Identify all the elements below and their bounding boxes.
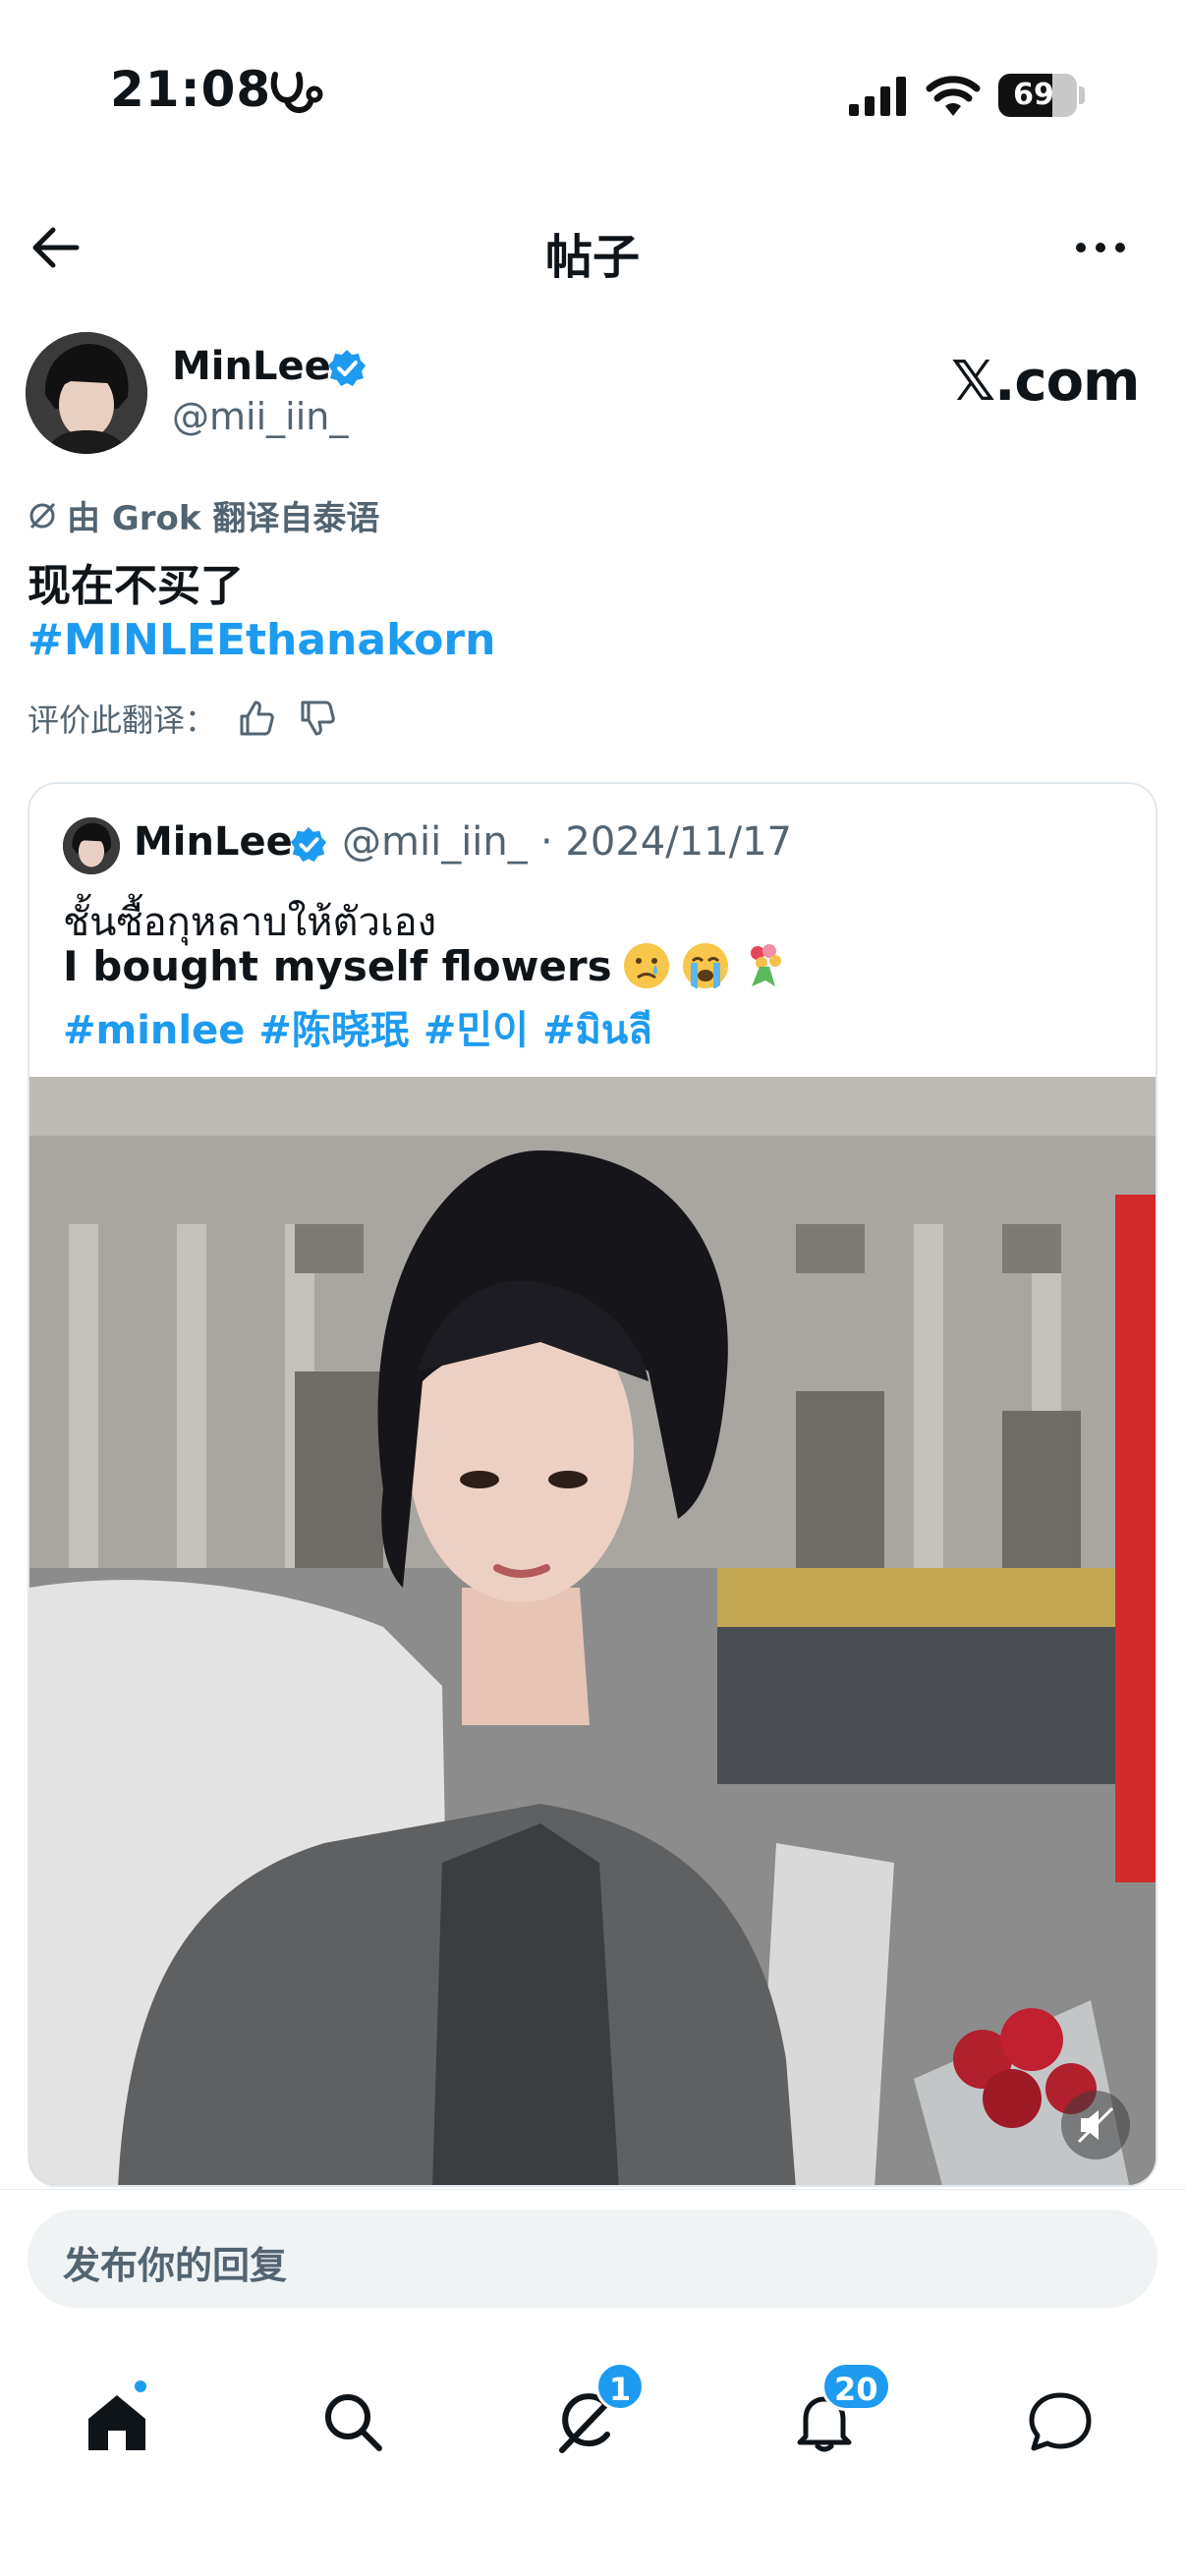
status-bar: 21:08 69 (0, 0, 1185, 187)
rate-translation-label: 评价此翻译： (28, 701, 217, 739)
quoted-post-date: · 2024/11/17 (540, 819, 792, 865)
reply-input[interactable]: 发布你的回复 (28, 2210, 1157, 2308)
quoted-avatar-image (63, 817, 120, 874)
quoted-hashtag[interactable]: #มินลี (542, 1008, 652, 1053)
crying-face-icon (623, 943, 669, 988)
bouquet-icon (750, 944, 781, 986)
author-handle[interactable]: @mii_iin_ (172, 395, 348, 438)
quoted-verified-badge-icon (290, 826, 327, 863)
post-text: 现在不买了 (28, 561, 244, 611)
quoted-author-handle[interactable]: @mii_iin_ (342, 819, 528, 865)
quoted-video[interactable] (29, 1077, 1156, 2185)
thumbs-down-icon[interactable] (295, 697, 338, 740)
avatar-image (26, 332, 147, 454)
cellular-signal-icon (849, 77, 906, 116)
grok-icon (29, 502, 56, 529)
home-icon (88, 2395, 145, 2450)
tab-grok[interactable]: 1 (535, 2362, 645, 2476)
quoted-hashtags: #minlee #陈晓珉 #민이 #มินลี (63, 998, 666, 1061)
mute-icon[interactable] (1061, 2091, 1130, 2159)
tab-notifications[interactable]: 20 (770, 2362, 891, 2476)
post-hashtag[interactable]: #MINLEEthanakorn (28, 615, 495, 665)
video-frame-image (29, 1077, 1156, 2185)
grok-badge: 1 (595, 2362, 645, 2411)
quoted-author-name[interactable]: MinLee (134, 819, 293, 865)
quoted-hashtag[interactable]: #민이 (423, 1008, 529, 1053)
battery-nub (1079, 86, 1085, 104)
tab-messages[interactable] (1006, 2368, 1114, 2476)
chat-bubble-icon (1029, 2392, 1092, 2451)
quoted-hashtag[interactable]: #陈晓珉 (258, 1008, 410, 1053)
rate-translation: 评价此翻译： (28, 696, 338, 741)
quoted-avatar[interactable] (63, 817, 120, 874)
tab-search[interactable] (299, 2368, 407, 2476)
page-title: 帖子 (544, 230, 640, 285)
stethoscope-icon (270, 72, 323, 113)
translation-note: 由 Grok 翻译自泰语 (28, 491, 379, 539)
tab-home[interactable] (63, 2368, 171, 2476)
notifications-badge: 20 (821, 2362, 891, 2411)
verified-badge-icon (328, 350, 366, 386)
quoted-post-card[interactable]: MinLee @mii_iin_ · 2024/11/17 ชั้นซื้อกุ… (28, 782, 1157, 2187)
quoted-text-english: I bought myself flowers (63, 941, 789, 990)
quoted-hashtag[interactable]: #minlee (63, 1008, 245, 1053)
search-icon (325, 2394, 382, 2451)
reply-bar: 发布你的回复 (0, 2189, 1185, 2326)
x-com-watermark: 𝕏.com (951, 350, 1140, 414)
more-options-icon[interactable] (1071, 228, 1130, 267)
battery-percentage: 69 (1013, 78, 1054, 112)
top-nav-bar: 帖子 (0, 196, 1185, 295)
wifi-icon (926, 76, 981, 116)
quoted-text-english-label: I bought myself flowers (63, 941, 612, 990)
battery-indicator: 69 (998, 74, 1077, 117)
avatar[interactable] (26, 332, 147, 454)
bottom-tab-bar: 1 20 (0, 2326, 1185, 2576)
clock: 21:08 (110, 61, 272, 118)
translation-note-text: 由 Grok 翻译自泰语 (67, 499, 380, 538)
reply-placeholder: 发布你的回复 (63, 2244, 288, 2287)
thumbs-up-icon[interactable] (234, 697, 277, 740)
loudly-crying-face-icon (682, 943, 728, 988)
home-unread-dot (132, 2378, 149, 2395)
author-name[interactable]: MinLee (172, 344, 331, 389)
